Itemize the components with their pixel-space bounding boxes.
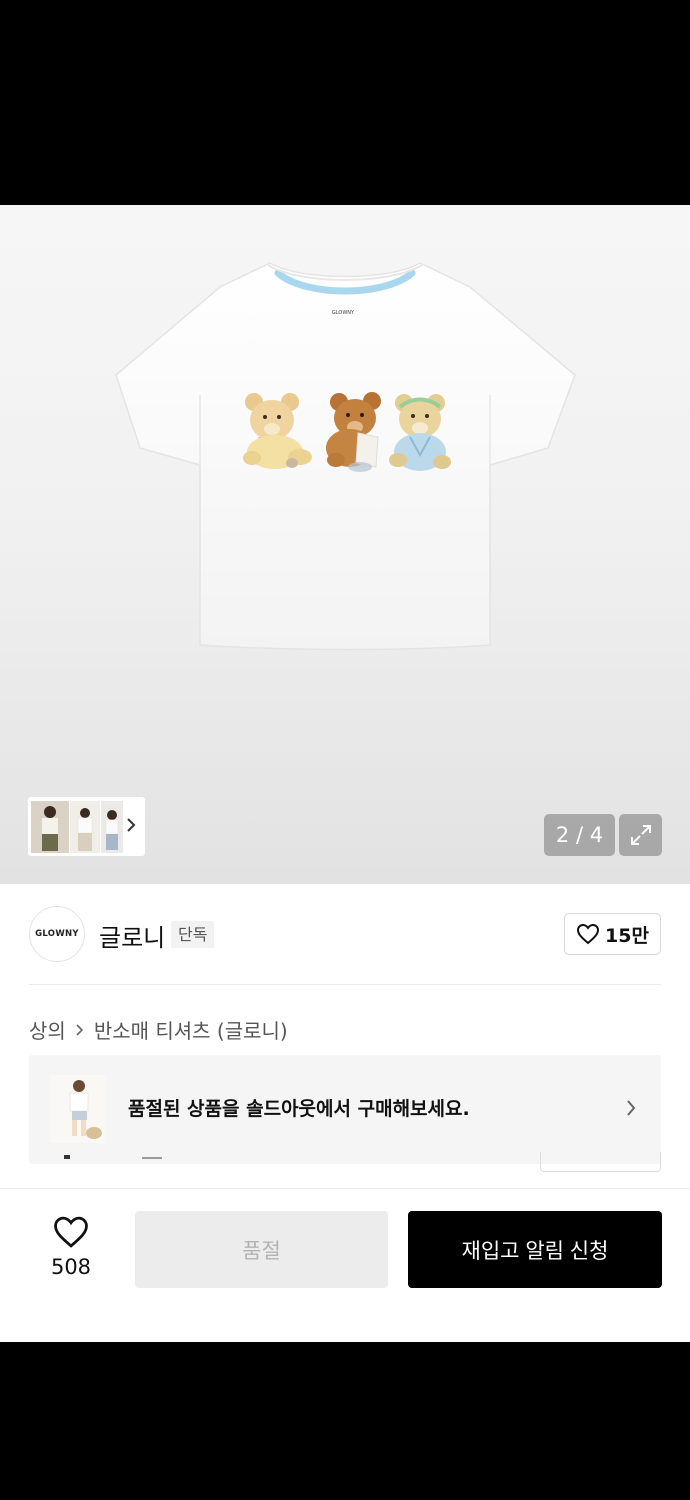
scrolled-content-peek xyxy=(64,1155,162,1159)
brand-logo[interactable]: GLOWNY xyxy=(29,906,85,962)
breadcrumb: 상의 반소매 티셔츠 (글로니) xyxy=(29,1015,288,1044)
banner-thumbnail xyxy=(50,1075,106,1143)
thumbnail-model-2[interactable] xyxy=(70,800,100,853)
divider xyxy=(29,984,661,985)
brand-like-count: 15만 xyxy=(605,924,649,947)
thumbnail-strip[interactable] xyxy=(28,797,145,856)
product-image[interactable]: GLOWNY xyxy=(0,205,690,884)
thumbnail-model-3[interactable] xyxy=(101,800,123,853)
status-bar-area xyxy=(0,0,690,205)
scrolled-button-peek xyxy=(540,1152,661,1172)
expand-icon xyxy=(630,825,651,845)
wishlist-count: 508 xyxy=(50,1255,92,1279)
heart-icon xyxy=(54,1216,88,1248)
soldout-banner-text: 품절된 상품을 솔드아웃에서 구매해보세요. xyxy=(128,1098,470,1120)
breadcrumb-item-category[interactable]: 상의 xyxy=(29,1015,66,1044)
product-info: GLOWNY 글로니 단독 15만 상의 반소매 티셔츠 (글로니) 품절된 상… xyxy=(0,884,690,1188)
brand-name[interactable]: 글로니 xyxy=(99,918,165,953)
chevron-right-icon xyxy=(76,1023,83,1036)
wishlist-button[interactable]: 508 xyxy=(40,1215,102,1279)
chevron-right-icon xyxy=(627,1100,636,1116)
bottom-action-bar: 508 품절 재입고 알림 신청 xyxy=(0,1188,690,1342)
thumbnail-model-1[interactable] xyxy=(31,800,69,853)
brand-like-button[interactable]: 15만 xyxy=(564,913,661,955)
chevron-right-icon[interactable] xyxy=(125,814,137,836)
neck-label: GLOWNY xyxy=(332,310,355,316)
restock-alert-button[interactable]: 재입고 알림 신청 xyxy=(408,1211,662,1288)
soldout-button[interactable]: 품절 xyxy=(135,1211,388,1288)
soldout-banner[interactable]: 품절된 상품을 솔드아웃에서 구매해보세요. xyxy=(29,1055,661,1164)
breadcrumb-item-subcategory[interactable]: 반소매 티셔츠 (글로니) xyxy=(94,1015,288,1044)
product-gallery[interactable]: GLOWNY 2 / 4 xyxy=(0,205,690,884)
exclusive-badge: 단독 xyxy=(171,921,215,948)
image-counter: 2 / 4 xyxy=(544,814,615,856)
heart-icon xyxy=(577,923,600,945)
navigation-bar-area xyxy=(0,1342,690,1500)
expand-button[interactable] xyxy=(619,814,662,856)
